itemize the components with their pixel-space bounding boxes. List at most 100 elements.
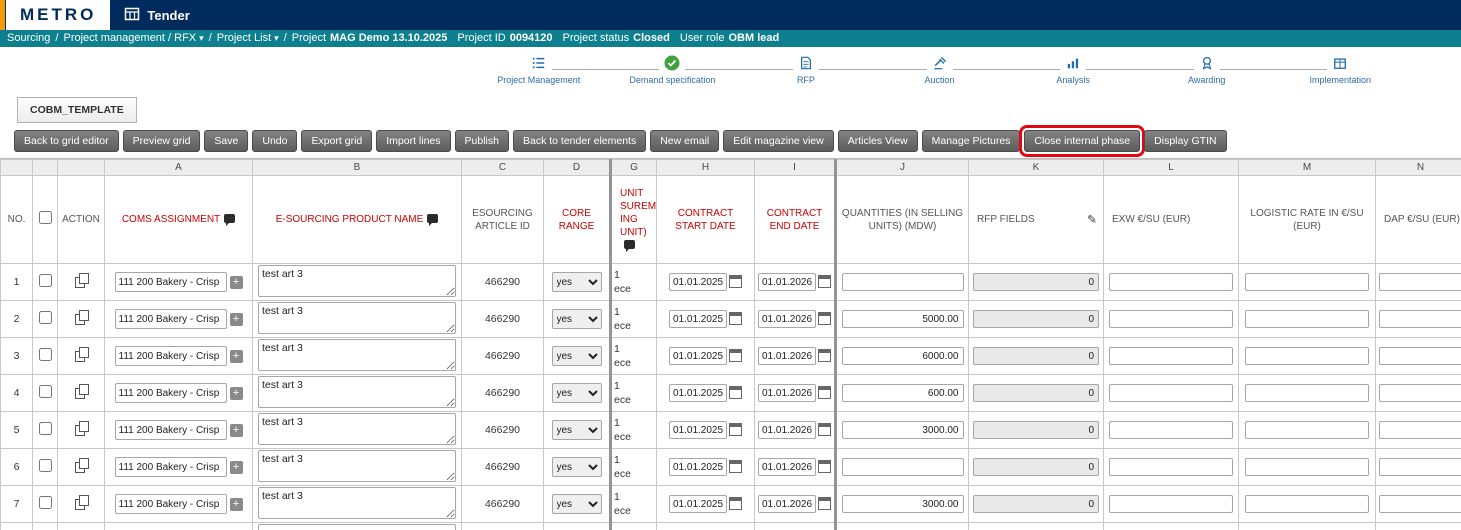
quantity-input[interactable] xyxy=(842,347,964,365)
exw-input[interactable] xyxy=(1109,384,1233,402)
exw-input[interactable] xyxy=(1109,458,1233,476)
coms-assignment-input[interactable] xyxy=(115,457,227,477)
import-lines-button[interactable]: Import lines xyxy=(376,130,450,152)
logistic-rate-input[interactable] xyxy=(1245,495,1369,513)
add-assignment-button[interactable]: + xyxy=(230,461,243,474)
add-assignment-button[interactable]: + xyxy=(230,424,243,437)
logistic-rate-input[interactable] xyxy=(1245,273,1369,291)
row-checkbox[interactable] xyxy=(39,274,52,287)
coms-assignment-input[interactable] xyxy=(115,420,227,440)
logistic-rate-input[interactable] xyxy=(1245,347,1369,365)
chevron-down-icon[interactable]: ▾ xyxy=(274,30,279,47)
product-name-textarea[interactable]: test art 3 xyxy=(258,487,456,519)
calendar-icon[interactable] xyxy=(818,349,831,362)
exw-input[interactable] xyxy=(1109,495,1233,513)
exw-input[interactable] xyxy=(1109,347,1233,365)
calendar-icon[interactable] xyxy=(818,460,831,473)
pencil-icon[interactable]: ✎ xyxy=(1087,213,1097,226)
comment-icon[interactable] xyxy=(224,214,235,223)
product-name-textarea[interactable] xyxy=(258,524,456,530)
calendar-icon[interactable] xyxy=(729,275,742,288)
add-assignment-button[interactable]: + xyxy=(230,387,243,400)
logistic-rate-input[interactable] xyxy=(1245,458,1369,476)
chevron-down-icon[interactable]: ▾ xyxy=(199,30,204,47)
contract-start-input[interactable] xyxy=(669,384,727,402)
add-assignment-button[interactable]: + xyxy=(230,350,243,363)
metro-logo[interactable]: METRO xyxy=(6,0,110,30)
breadcrumb-item-project-list[interactable]: Project List xyxy=(217,30,271,47)
display-gtin-button[interactable]: Display GTIN xyxy=(1144,130,1226,152)
core-range-select[interactable]: yes xyxy=(552,272,602,292)
core-range-select[interactable]: yes xyxy=(552,457,602,477)
articles-view-button[interactable]: Articles View xyxy=(838,130,918,152)
workflow-step-project-management[interactable]: Project Management xyxy=(472,54,606,85)
calendar-icon[interactable] xyxy=(729,423,742,436)
row-checkbox[interactable] xyxy=(39,459,52,472)
comment-icon[interactable] xyxy=(427,214,438,223)
quantity-input[interactable] xyxy=(842,273,964,291)
export-grid-button[interactable]: Export grid xyxy=(301,130,372,152)
copy-row-icon[interactable] xyxy=(75,273,88,288)
comment-icon[interactable] xyxy=(624,240,635,249)
undo-button[interactable]: Undo xyxy=(252,130,297,152)
product-name-textarea[interactable]: test art 3 xyxy=(258,376,456,408)
exw-input[interactable] xyxy=(1109,421,1233,439)
contract-start-input[interactable] xyxy=(669,273,727,291)
publish-button[interactable]: Publish xyxy=(455,130,509,152)
calendar-icon[interactable] xyxy=(818,312,831,325)
copy-row-icon[interactable] xyxy=(75,347,88,362)
calendar-icon[interactable] xyxy=(729,312,742,325)
workflow-step-rfp[interactable]: RFP xyxy=(739,54,873,85)
core-range-select[interactable]: yes xyxy=(552,494,602,514)
exw-input[interactable] xyxy=(1109,273,1233,291)
tab-cobm-template[interactable]: COBM_TEMPLATE xyxy=(17,97,137,123)
contract-end-input[interactable] xyxy=(758,384,816,402)
contract-end-input[interactable] xyxy=(758,347,816,365)
quantity-input[interactable] xyxy=(842,310,964,328)
core-range-select[interactable]: yes xyxy=(552,383,602,403)
add-assignment-button[interactable]: + xyxy=(230,276,243,289)
product-name-textarea[interactable]: test art 3 xyxy=(258,265,456,297)
quantity-input[interactable] xyxy=(842,495,964,513)
edit-magazine-view-button[interactable]: Edit magazine view xyxy=(723,130,833,152)
copy-row-icon[interactable] xyxy=(75,384,88,399)
row-checkbox[interactable] xyxy=(39,348,52,361)
preview-grid-button[interactable]: Preview grid xyxy=(123,130,201,152)
coms-assignment-input[interactable] xyxy=(115,309,227,329)
logistic-rate-input[interactable] xyxy=(1245,384,1369,402)
core-range-select[interactable]: yes xyxy=(552,346,602,366)
contract-end-input[interactable] xyxy=(758,495,816,513)
coms-assignment-input[interactable] xyxy=(115,494,227,514)
contract-end-input[interactable] xyxy=(758,458,816,476)
back-to-grid-editor-button[interactable]: Back to grid editor xyxy=(14,130,119,152)
product-name-textarea[interactable]: test art 3 xyxy=(258,339,456,371)
dap-input[interactable] xyxy=(1379,421,1461,439)
workflow-step-demand-specification[interactable]: Demand specification xyxy=(606,54,740,85)
contract-start-input[interactable] xyxy=(669,310,727,328)
contract-start-input[interactable] xyxy=(669,495,727,513)
logistic-rate-input[interactable] xyxy=(1245,421,1369,439)
contract-start-input[interactable] xyxy=(669,347,727,365)
dap-input[interactable] xyxy=(1379,495,1461,513)
calendar-icon[interactable] xyxy=(818,423,831,436)
quantity-input[interactable] xyxy=(842,458,964,476)
copy-row-icon[interactable] xyxy=(75,458,88,473)
contract-end-input[interactable] xyxy=(758,273,816,291)
row-checkbox[interactable] xyxy=(39,311,52,324)
core-range-select[interactable]: yes xyxy=(552,309,602,329)
contract-start-input[interactable] xyxy=(669,458,727,476)
row-checkbox[interactable] xyxy=(39,385,52,398)
breadcrumb-item-sourcing[interactable]: Sourcing xyxy=(7,30,50,47)
copy-row-icon[interactable] xyxy=(75,421,88,436)
workflow-step-analysis[interactable]: Analysis xyxy=(1006,54,1140,85)
core-range-select[interactable]: yes xyxy=(552,420,602,440)
workflow-step-implementation[interactable]: Implementation xyxy=(1273,54,1407,85)
contract-start-input[interactable] xyxy=(669,421,727,439)
manage-pictures-button[interactable]: Manage Pictures xyxy=(922,130,1021,152)
add-assignment-button[interactable]: + xyxy=(230,498,243,511)
copy-row-icon[interactable] xyxy=(75,310,88,325)
dap-input[interactable] xyxy=(1379,273,1461,291)
calendar-icon[interactable] xyxy=(818,386,831,399)
back-to-tender-elements-button[interactable]: Back to tender elements xyxy=(513,130,646,152)
add-assignment-button[interactable]: + xyxy=(230,313,243,326)
